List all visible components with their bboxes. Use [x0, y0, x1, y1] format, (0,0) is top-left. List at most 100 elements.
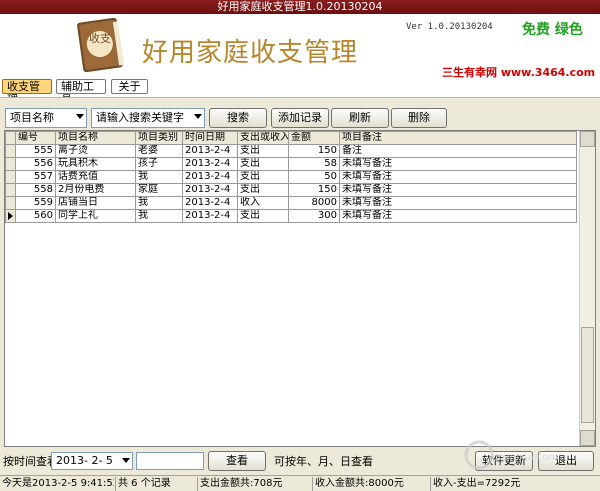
- scroll-thumb[interactable]: [581, 327, 594, 423]
- cell-date[interactable]: 2013-2-4: [182, 144, 238, 158]
- cell-id[interactable]: 557: [15, 170, 56, 184]
- cell-note[interactable]: 备注: [339, 144, 577, 158]
- row-indicator-header: [5, 131, 16, 145]
- cell-date[interactable]: 2013-2-4: [182, 209, 238, 223]
- cell-date[interactable]: 2013-2-4: [182, 170, 238, 184]
- status-today: 今天是2013-2-5 9:41:52: [2, 478, 114, 489]
- version-label: Ver 1.0.20130204: [406, 22, 493, 32]
- cell-name[interactable]: 话费充值: [55, 170, 136, 184]
- chevron-down-icon: [122, 458, 130, 463]
- row-indicator[interactable]: [5, 209, 16, 223]
- cell-amount[interactable]: 8000: [288, 196, 340, 210]
- cell-name[interactable]: 离子烫: [55, 144, 136, 158]
- refresh-button[interactable]: 刷新: [331, 108, 389, 128]
- cell-name[interactable]: 同学上礼: [55, 209, 136, 223]
- date-picker-value: 2013- 2- 5: [56, 454, 113, 467]
- cell-name[interactable]: 玩具积木: [55, 157, 136, 171]
- add-record-button[interactable]: 添加记录: [271, 108, 329, 128]
- keyword-select[interactable]: 请输入搜索关键字: [91, 108, 205, 128]
- time-view-label: 按时间查看: [3, 455, 58, 468]
- cell-date[interactable]: 2013-2-4: [182, 183, 238, 197]
- cell-note[interactable]: 未填写备注: [339, 170, 577, 184]
- field-select-value: 项目名称: [10, 111, 54, 124]
- tab-tools[interactable]: 辅助工具: [56, 79, 106, 106]
- main-panel: 项目名称 请输入搜索关键字 搜索 添加记录 刷新 删除 编号 项目名称 项目类别…: [0, 97, 600, 451]
- cell-note[interactable]: 未填写备注: [339, 157, 577, 171]
- tab-about[interactable]: 关于: [111, 79, 148, 94]
- cell-category[interactable]: 我: [135, 170, 183, 184]
- column-header[interactable]: 时间日期: [182, 131, 238, 145]
- cell-id[interactable]: 560: [15, 209, 56, 223]
- row-indicator[interactable]: [5, 144, 16, 158]
- search-button[interactable]: 搜索: [209, 108, 267, 128]
- chevron-down-icon: [194, 114, 202, 119]
- status-record-count: 共 6 个记录: [115, 477, 197, 491]
- row-indicator[interactable]: [5, 196, 16, 210]
- cell-category[interactable]: 孩子: [135, 157, 183, 171]
- table-row[interactable]: 556 玩具积木 孩子 2013-2-4 支出 58 未填写备注: [5, 157, 577, 171]
- column-header[interactable]: 编号: [15, 131, 56, 145]
- field-select[interactable]: 项目名称: [5, 108, 87, 128]
- scroll-down-icon[interactable]: [580, 430, 595, 446]
- date-picker[interactable]: 2013- 2- 5: [51, 452, 133, 470]
- status-bar: 今天是2013-2-5 9:41:52 共 6 个记录 支出金额共:708元 收…: [0, 475, 600, 491]
- tab-finance[interactable]: 收支管理: [2, 79, 52, 106]
- cell-category[interactable]: 我: [135, 196, 183, 210]
- cell-category[interactable]: 老婆: [135, 144, 183, 158]
- cell-type[interactable]: 支出: [237, 183, 289, 197]
- table-row[interactable]: 558 2月份电费 家庭 2013-2-4 支出 150 未填写备注: [5, 183, 577, 197]
- exit-button[interactable]: 退出: [538, 451, 594, 471]
- cell-name[interactable]: 2月份电费: [55, 183, 136, 197]
- cell-type[interactable]: 收入: [237, 196, 289, 210]
- column-header[interactable]: 支出或收入: [237, 131, 289, 145]
- column-header[interactable]: 项目名称: [55, 131, 136, 145]
- cell-amount[interactable]: 58: [288, 157, 340, 171]
- cell-id[interactable]: 555: [15, 144, 56, 158]
- cell-name[interactable]: 店铺当日: [55, 196, 136, 210]
- cell-category[interactable]: 我: [135, 209, 183, 223]
- current-row-pointer-icon: [8, 212, 13, 220]
- table-row[interactable]: 559 店铺当日 我 2013-2-4 收入 8000 未填写备注: [5, 196, 577, 210]
- cell-id[interactable]: 559: [15, 196, 56, 210]
- row-indicator[interactable]: [5, 157, 16, 171]
- cell-type[interactable]: 支出: [237, 170, 289, 184]
- cell-category[interactable]: 家庭: [135, 183, 183, 197]
- app-title: 好用家庭收支管理: [142, 38, 359, 68]
- column-header[interactable]: 金额: [288, 131, 340, 145]
- vertical-scrollbar[interactable]: [579, 131, 595, 446]
- table-row-selected[interactable]: 560 同学上礼 我 2013-2-4 支出 300 未填写备注: [5, 209, 577, 223]
- row-indicator[interactable]: [5, 183, 16, 197]
- software-update-button[interactable]: 软件更新: [475, 451, 533, 471]
- app-window: 好用家庭收支管理1.0.20130204 收支 好用家庭收支管理 Ver 1.0…: [0, 0, 600, 491]
- cell-id[interactable]: 558: [15, 183, 56, 197]
- date-hint-label: 可按年、月、日查看: [274, 455, 373, 468]
- logo-text: 收支: [89, 31, 111, 45]
- scroll-up-icon[interactable]: [580, 131, 595, 147]
- table-row[interactable]: 557 话费充值 我 2013-2-4 支出 50 未填写备注: [5, 170, 577, 184]
- cell-date[interactable]: 2013-2-4: [182, 157, 238, 171]
- date-text-input[interactable]: [136, 452, 204, 470]
- cell-id[interactable]: 556: [15, 157, 56, 171]
- delete-button[interactable]: 删除: [391, 108, 447, 128]
- cell-type[interactable]: 支出: [237, 209, 289, 223]
- cell-amount[interactable]: 150: [288, 183, 340, 197]
- cell-note[interactable]: 未填写备注: [339, 209, 577, 223]
- cell-amount[interactable]: 300: [288, 209, 340, 223]
- column-header[interactable]: 项目备注: [339, 131, 577, 145]
- cell-type[interactable]: 支出: [237, 144, 289, 158]
- window-title: 好用家庭收支管理1.0.20130204: [0, 0, 600, 14]
- view-button[interactable]: 查看: [208, 451, 266, 471]
- cell-note[interactable]: 未填写备注: [339, 183, 577, 197]
- row-indicator[interactable]: [5, 170, 16, 184]
- status-income-total: 收入金额共:8000元: [312, 477, 430, 491]
- table-row[interactable]: 555 离子烫 老婆 2013-2-4 支出 150 备注: [5, 144, 577, 158]
- cell-note[interactable]: 未填写备注: [339, 196, 577, 210]
- cell-date[interactable]: 2013-2-4: [182, 196, 238, 210]
- book-logo-icon: 收支: [77, 17, 124, 73]
- site-label: 三生有幸网 www.3464.com: [442, 66, 596, 79]
- table-header-row: 编号 项目名称 项目类别 时间日期 支出或收入 金额 项目备注: [5, 131, 577, 145]
- column-header[interactable]: 项目类别: [135, 131, 183, 145]
- cell-amount[interactable]: 150: [288, 144, 340, 158]
- cell-amount[interactable]: 50: [288, 170, 340, 184]
- cell-type[interactable]: 支出: [237, 157, 289, 171]
